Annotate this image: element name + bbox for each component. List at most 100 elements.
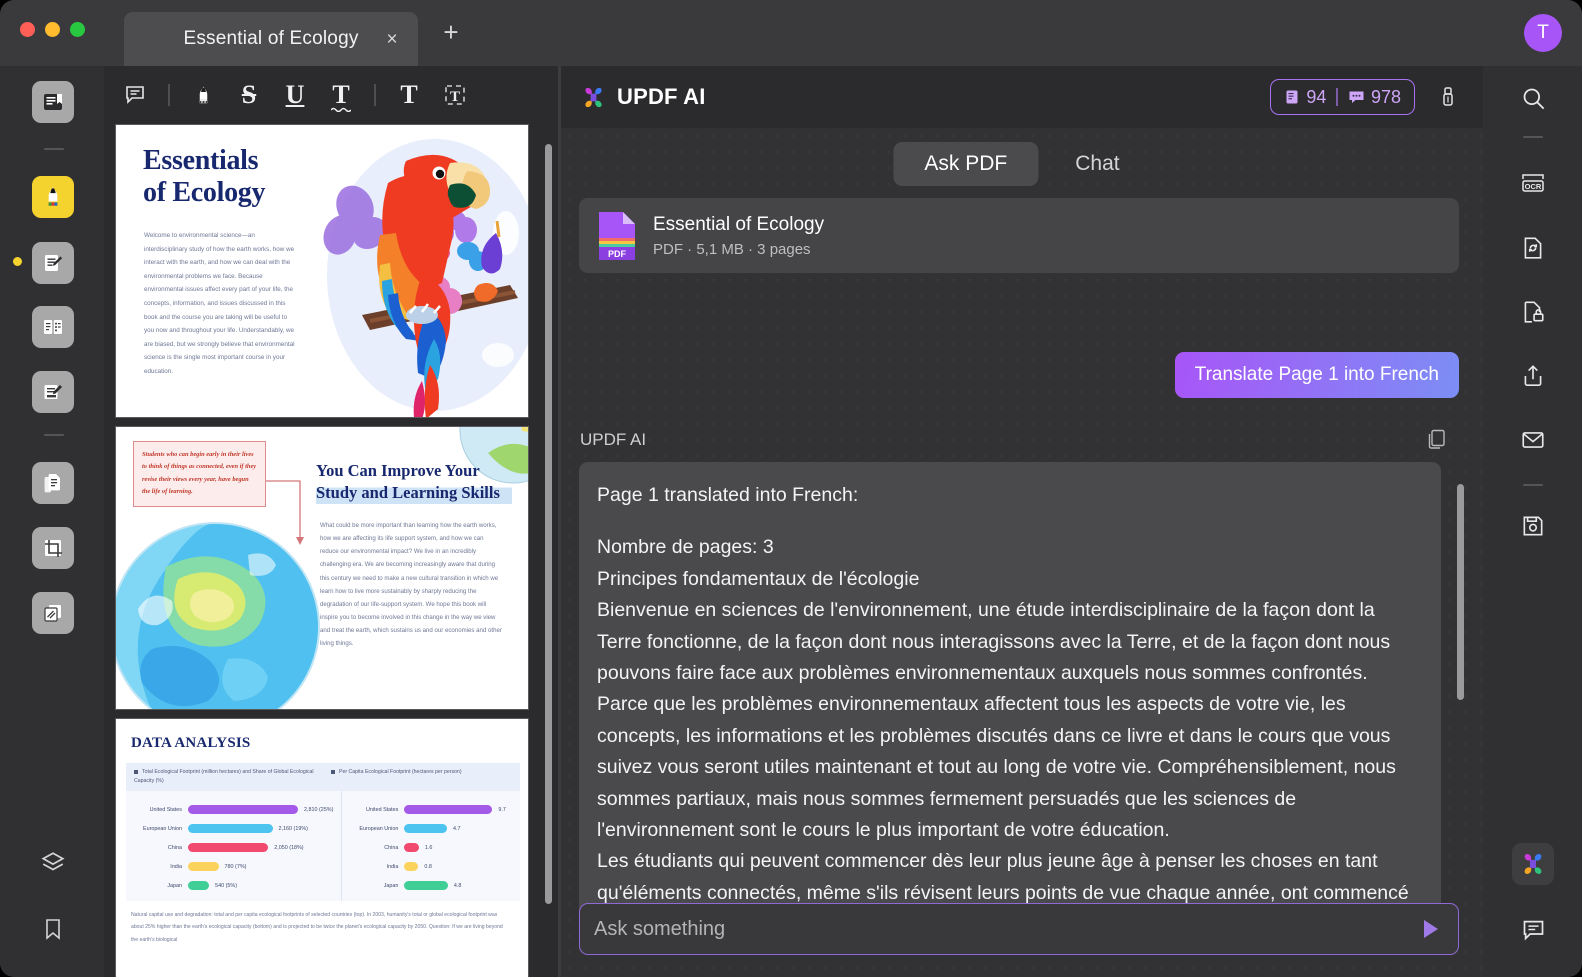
toolbar-divider-1 xyxy=(168,84,170,106)
chart-bar-value: 780 (7%) xyxy=(224,863,247,870)
send-icon xyxy=(1424,920,1438,938)
rail-divider-1 xyxy=(44,148,64,150)
chart-bar-row: Japan 4.8 xyxy=(348,876,512,895)
send-button[interactable] xyxy=(1416,915,1444,943)
page3-title: DATA ANALYSIS xyxy=(131,735,251,751)
chart-bar-label: India xyxy=(386,863,399,870)
chart-bar-label: Japan xyxy=(167,882,182,889)
highlight-tool-button[interactable] xyxy=(180,74,226,116)
answer-line-3: Principes fondamentaux de l'écologie xyxy=(597,567,920,590)
chart-bar xyxy=(404,843,419,852)
page-thumbnail-3[interactable]: DATA ANALYSIS Total Ecological Footprint… xyxy=(115,718,529,977)
ai-brand-label: UPDF AI xyxy=(617,84,706,109)
textbox-tool-button[interactable]: T xyxy=(432,74,478,116)
share-button[interactable] xyxy=(1515,358,1551,394)
comment-tool-button[interactable] xyxy=(112,74,158,116)
chart-bar-row: Japan 540 (5%) xyxy=(132,876,333,895)
protect-icon xyxy=(1524,301,1544,323)
search-input[interactable] xyxy=(594,917,1416,941)
sidebar-item-crop[interactable] xyxy=(32,527,74,569)
comment-list-button[interactable] xyxy=(1515,911,1551,947)
copy-response-button[interactable] xyxy=(1425,428,1447,450)
chart-bar-row: European Union 4.7 xyxy=(348,819,512,838)
sidebar-item-convert[interactable] xyxy=(32,462,74,504)
page1-title-line2: of Ecology xyxy=(143,177,266,209)
save-button[interactable] xyxy=(1515,508,1551,544)
comment-list-icon xyxy=(1523,920,1543,941)
minimize-window-button[interactable] xyxy=(45,22,60,37)
left-toolbar xyxy=(0,66,104,977)
sidebar-item-comment[interactable] xyxy=(32,176,74,218)
page-thumbnail-2[interactable]: Students who can begin early in their li… xyxy=(115,426,529,710)
tab-chat[interactable]: Chat xyxy=(1044,142,1150,186)
sidebar-item-edit-pdf[interactable] xyxy=(32,242,74,284)
annotation-toolbar: S U T T T xyxy=(104,66,560,124)
ocr-button[interactable]: OCR xyxy=(1515,166,1551,202)
toolbar-divider-2 xyxy=(374,84,376,106)
page1-title: Essentials of Ecology xyxy=(143,145,266,209)
maximize-window-button[interactable] xyxy=(70,22,85,37)
email-button[interactable] xyxy=(1515,422,1551,458)
tab-ask-pdf[interactable]: Ask PDF xyxy=(893,142,1039,186)
chart-bar xyxy=(404,824,447,833)
thumbnail-scrollbar[interactable] xyxy=(545,144,552,904)
close-icon[interactable]: × xyxy=(382,29,402,49)
attached-file-card[interactable]: PDF Essential of Ecology PDF · 5,1 MB · … xyxy=(579,198,1459,273)
chart-1-title: Per Capita Ecological Footprint (hectare… xyxy=(339,769,462,775)
rail-divider-2 xyxy=(44,434,64,436)
chart-bar-value: 2,810 (25%) xyxy=(304,806,334,813)
comment-icon xyxy=(126,86,144,104)
page1-body: Welcome to environmental science—an inte… xyxy=(144,232,295,375)
message-credits: 978 xyxy=(1348,87,1401,108)
chart-bar-row: United States 2,810 (25%) xyxy=(132,800,333,819)
underline-tool-button[interactable]: U xyxy=(272,74,318,116)
convert-icon xyxy=(1524,237,1542,259)
convert-button[interactable] xyxy=(1515,230,1551,266)
new-tab-button[interactable]: + xyxy=(438,19,464,46)
squiggly-tool-button[interactable]: T xyxy=(318,74,364,116)
page2-heading: You Can Improve Your Study and Learning … xyxy=(316,460,512,504)
assistant-label: UPDF AI xyxy=(580,430,647,449)
message-credit-icon xyxy=(1349,91,1364,103)
chart-bar-row: India 780 (7%) xyxy=(132,857,333,876)
sidebar-item-compare[interactable] xyxy=(32,592,74,634)
chart-1: United States 9.7 European Union 4.7 China 1.… xyxy=(341,791,520,901)
chart-bar-row: China 2,050 (18%) xyxy=(132,838,333,857)
chart-legend-right: Per Capita Ecological Footprint (hectare… xyxy=(323,763,520,791)
credits-badge[interactable]: 94 978 xyxy=(1270,79,1415,115)
page2-callout: Students who can begin early in their li… xyxy=(133,441,266,507)
sidebar-item-bookmark[interactable] xyxy=(36,912,70,946)
clear-chat-button[interactable] xyxy=(1433,82,1463,112)
avatar[interactable]: T xyxy=(1524,14,1562,52)
message-credit-value: 978 xyxy=(1370,86,1401,107)
text-tool-button[interactable]: T xyxy=(386,74,432,116)
sidebar-item-layers[interactable] xyxy=(36,846,70,880)
highlight-icon xyxy=(199,86,207,103)
response-scrollbar[interactable] xyxy=(1457,484,1464,700)
close-window-button[interactable] xyxy=(20,22,35,37)
sidebar-item-organize-pages[interactable] xyxy=(32,306,74,348)
document-tab[interactable]: Essential of Ecology × xyxy=(124,12,418,66)
ai-tabs: Ask PDF Chat xyxy=(893,142,1150,186)
layers-icon xyxy=(41,852,65,871)
convert-icon xyxy=(44,474,60,493)
sidebar-item-reader[interactable] xyxy=(32,81,74,123)
strikethrough-tool-button[interactable]: S xyxy=(226,74,272,116)
search-button[interactable] xyxy=(1515,80,1551,116)
ai-panel: UPDF AI 94 978 Ask PDF Chat PDF Essentia… xyxy=(561,66,1483,977)
bookmark-icon xyxy=(46,919,60,940)
chart-bar-value: 1.6 xyxy=(424,844,433,851)
ask-input-bar[interactable] xyxy=(579,903,1459,955)
protect-button[interactable] xyxy=(1515,294,1551,330)
attached-file-details: PDF · 5,1 MB · 3 pages xyxy=(653,240,811,258)
page-thumbnail-1[interactable]: Essentials of Ecology Welcome to environ… xyxy=(115,124,529,418)
page-thumbnails[interactable]: Essentials of Ecology Welcome to environ… xyxy=(104,124,560,977)
chart-0-title: Total Ecological Footprint (million hect… xyxy=(134,769,314,785)
updf-ai-logo-icon xyxy=(585,87,602,107)
title-bar: Essential of Ecology × + T xyxy=(0,0,1582,66)
pdf-file-icon: PDF xyxy=(599,211,635,260)
sidebar-item-form[interactable] xyxy=(32,371,74,413)
active-tool-indicator xyxy=(13,257,22,266)
updf-ai-button[interactable] xyxy=(1512,843,1554,885)
right-rail-divider-1 xyxy=(1523,136,1543,138)
